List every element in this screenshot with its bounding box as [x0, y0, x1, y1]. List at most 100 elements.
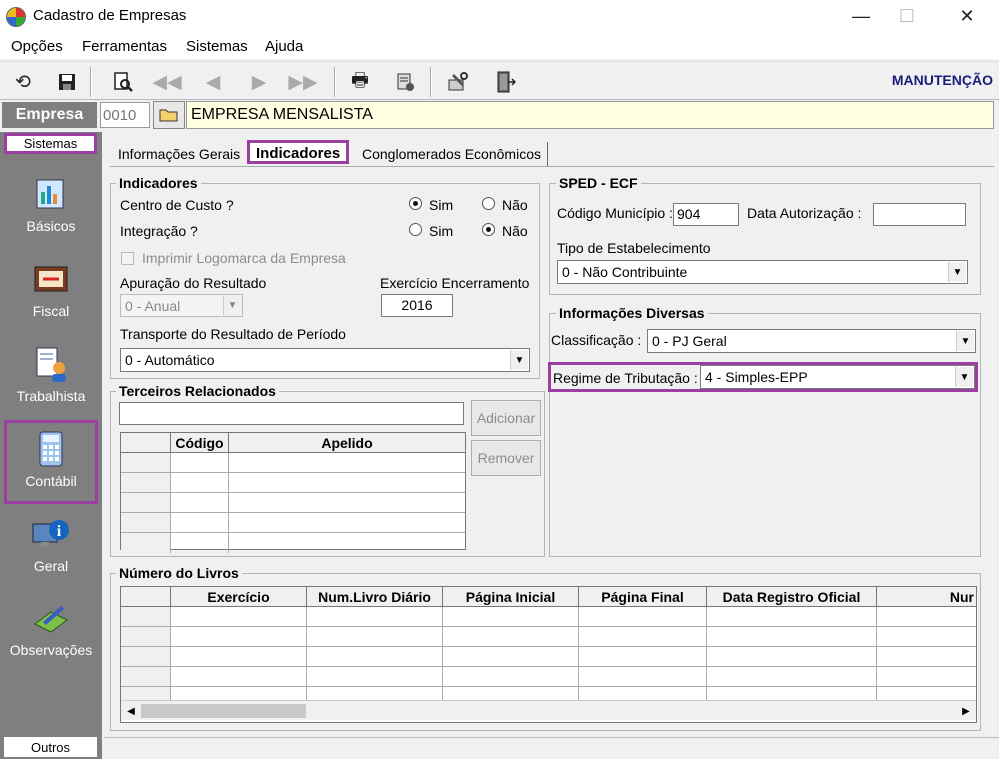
regime-tributacao-select[interactable]: 4 - Simples-EPP ▼: [700, 365, 975, 389]
table-row[interactable]: [121, 533, 465, 553]
regime-tributacao-value: 4 - Simples-EPP: [705, 369, 808, 385]
empresa-label: Empresa: [2, 102, 97, 128]
column-header-codigo[interactable]: Código: [171, 433, 229, 452]
table-row[interactable]: [121, 453, 465, 473]
remover-button[interactable]: Remover: [471, 440, 541, 476]
scroll-right-icon[interactable]: ▶: [958, 703, 974, 719]
exercicio-label: Exercício Encerramento: [380, 275, 530, 291]
column-header-pagina-inicial[interactable]: Página Inicial: [443, 587, 579, 606]
mode-label: MANUTENÇÃO: [891, 72, 993, 88]
imprimir-logo-label: Imprimir Logomarca da Empresa: [142, 250, 346, 266]
undo-icon[interactable]: ⟲: [8, 67, 38, 97]
livros-horizontal-scrollbar[interactable]: ◀ ▶: [121, 700, 976, 720]
column-header-apelido[interactable]: Apelido: [229, 433, 465, 452]
table-row[interactable]: [121, 627, 976, 647]
svg-text:i: i: [57, 523, 62, 540]
tab-informacoes-gerais[interactable]: Informações Gerais: [112, 142, 246, 166]
terceiros-table-header: Código Apelido: [121, 433, 465, 453]
menu-sistemas[interactable]: Sistemas: [186, 38, 248, 55]
exercicio-field[interactable]: 2016: [381, 294, 453, 317]
codigo-municipio-field[interactable]: 904: [673, 203, 739, 226]
sidebar-item-label: Fiscal: [32, 303, 70, 319]
menu-opcoes[interactable]: Opções: [11, 38, 63, 55]
table-row[interactable]: [121, 473, 465, 493]
transporte-select[interactable]: 0 - Automático ▼: [120, 348, 530, 372]
tools-icon[interactable]: [443, 67, 473, 97]
scroll-thumb[interactable]: [141, 704, 306, 718]
prev-record-icon[interactable]: ◀: [198, 67, 228, 97]
terceiros-title: Terceiros Relacionados: [116, 383, 279, 399]
livros-table-header: Exercício Num.Livro Diário Página Inicia…: [121, 587, 976, 607]
fiscal-icon: [31, 259, 71, 299]
apuracao-select[interactable]: 0 - Anual ▼: [120, 294, 243, 317]
sidebar-item-label: Trabalhista: [16, 388, 86, 404]
sidebar-item-fiscal[interactable]: Fiscal: [4, 253, 98, 337]
apuracao-value: 0 - Anual: [125, 298, 181, 314]
sidebar-item-geral[interactable]: i Geral: [4, 508, 98, 592]
scroll-left-icon[interactable]: ◀: [123, 703, 139, 719]
table-row[interactable]: [121, 607, 976, 627]
tipo-estabelecimento-select[interactable]: 0 - Não Contribuinte ▼: [557, 260, 968, 284]
toolbar: ⟲ ◀◀ ◀ ▶ ▶▶ 🖶: [0, 61, 999, 100]
integracao-sim-radio[interactable]: [409, 223, 422, 236]
preview-icon[interactable]: [108, 67, 138, 97]
menu-bar: Opções Ferramentas Sistemas Ajuda: [0, 34, 999, 59]
menu-ajuda[interactable]: Ajuda: [265, 38, 303, 55]
classificacao-label: Classificação :: [551, 332, 642, 348]
centro-custo-sim-radio[interactable]: [409, 197, 422, 210]
minimize-button[interactable]: —: [838, 0, 884, 32]
row-indicator-header: [121, 433, 171, 452]
table-row[interactable]: [121, 667, 976, 687]
column-header-num[interactable]: Nur: [877, 587, 976, 606]
menu-ferramentas[interactable]: Ferramentas: [82, 38, 167, 55]
print-icon[interactable]: 🖶: [345, 67, 375, 97]
centro-custo-nao-radio[interactable]: [482, 197, 495, 210]
livros-title: Número do Livros: [116, 565, 242, 581]
empresa-name-field[interactable]: EMPRESA MENSALISTA: [186, 101, 994, 129]
codigo-municipio-label: Código Município :: [557, 205, 673, 221]
save-icon[interactable]: [52, 67, 82, 97]
centro-custo-sim-label: Sim: [429, 197, 454, 213]
close-button[interactable]: ✕: [944, 0, 990, 32]
sidebar-header-sistemas[interactable]: Sistemas: [4, 133, 97, 154]
toolbar-separator: [90, 67, 92, 97]
maximize-button[interactable]: ☐: [884, 0, 930, 32]
folder-icon[interactable]: [153, 101, 185, 129]
table-row[interactable]: [121, 647, 976, 667]
column-header-exercicio[interactable]: Exercício: [171, 587, 307, 606]
exit-icon[interactable]: [490, 67, 520, 97]
column-header-data-registro-oficial[interactable]: Data Registro Oficial: [707, 587, 877, 606]
empresa-code-field[interactable]: 0010: [100, 102, 150, 128]
terceiros-table[interactable]: Código Apelido: [120, 432, 466, 553]
first-record-icon[interactable]: ◀◀: [152, 67, 182, 97]
report-icon[interactable]: [390, 67, 420, 97]
imprimir-logo-checkbox[interactable]: [121, 252, 134, 265]
column-header-pagina-final[interactable]: Página Final: [579, 587, 707, 606]
terceiros-input[interactable]: [119, 402, 464, 425]
trabalhista-icon: [31, 344, 71, 384]
table-row[interactable]: [121, 513, 465, 533]
tab-conglomerados[interactable]: Conglomerados Econômicos: [356, 142, 548, 166]
toolbar-separator: [430, 67, 432, 97]
sidebar-item-label: Básicos: [26, 218, 76, 234]
row-indicator-header: [121, 587, 171, 606]
sidebar-item-trabalhista[interactable]: Trabalhista: [4, 338, 98, 422]
tab-indicadores[interactable]: Indicadores: [247, 140, 350, 164]
sidebar-item-basicos[interactable]: Básicos: [4, 168, 98, 252]
regime-tributacao-label: Regime de Tributação :: [553, 370, 698, 386]
sidebar-item-contabil[interactable]: Contábil: [4, 420, 98, 504]
column-header-num-livro-diario[interactable]: Num.Livro Diário: [307, 587, 443, 606]
integracao-nao-radio[interactable]: [482, 223, 495, 236]
classificacao-select[interactable]: 0 - PJ Geral ▼: [647, 329, 976, 353]
toolbar-separator: [334, 67, 336, 97]
last-record-icon[interactable]: ▶▶: [288, 67, 318, 97]
data-autorizacao-field[interactable]: [873, 203, 966, 226]
next-record-icon[interactable]: ▶: [244, 67, 274, 97]
title-bar: Cadastro de Empresas — ☐ ✕: [0, 0, 999, 34]
calculator-icon: [31, 429, 71, 469]
sidebar-item-observacoes[interactable]: Observações: [4, 592, 98, 676]
sidebar-item-label: Geral: [33, 558, 69, 574]
table-row[interactable]: [121, 493, 465, 513]
sidebar-footer-outros[interactable]: Outros: [4, 737, 97, 757]
adicionar-button[interactable]: Adicionar: [471, 400, 541, 436]
